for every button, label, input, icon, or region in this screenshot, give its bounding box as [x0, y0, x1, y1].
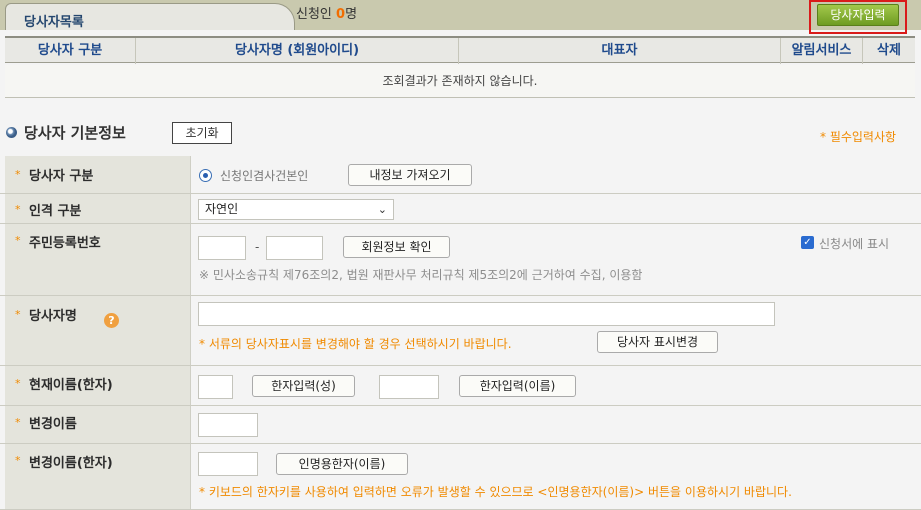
- tab-party-list-label: 당사자목록: [24, 15, 84, 30]
- resident-no-label: 주민등록번호: [29, 236, 101, 251]
- collection-notice: ※ 민사소송규칙 제76조의2, 법원 재판사무 처리규칙 제5조의2에 근거하…: [199, 268, 643, 282]
- label-cell: * 당사자 구분: [5, 156, 191, 193]
- changed-name-label: 변경이름: [29, 417, 77, 432]
- required-star: *: [15, 454, 21, 467]
- col-delete: 삭제: [877, 43, 901, 58]
- party-table-header: 당사자 구분 당사자명 (회원아이디) 대표자 알림서비스 삭제: [5, 36, 915, 64]
- changed-name-input[interactable]: [198, 413, 258, 437]
- help-icon[interactable]: ?: [104, 313, 119, 328]
- change-party-display-button[interactable]: 당사자 표시변경: [597, 331, 718, 353]
- person-type-label: 인격 구분: [29, 204, 82, 219]
- changed-name-hanja-label: 변경이름(한자): [29, 456, 113, 471]
- hanja-given-input[interactable]: [379, 375, 439, 399]
- bullet-icon: [6, 127, 17, 138]
- label-cell: * 당사자명: [5, 296, 191, 365]
- person-type-selected: 자연인: [205, 202, 239, 216]
- party-name-input[interactable]: [198, 302, 775, 326]
- empty-result-message: 조회결과가 존재하지 않습니다.: [5, 65, 915, 98]
- col-party-name: 당사자명 (회원아이디): [136, 38, 459, 64]
- label-cell: * 인격 구분: [5, 194, 191, 223]
- label-cell: * 주민등록번호: [5, 224, 191, 295]
- applicant-count-prefix: 신청인: [296, 7, 337, 22]
- required-star: *: [15, 308, 21, 321]
- resident-no-front-input[interactable]: [198, 236, 246, 260]
- show-in-application-checkbox[interactable]: ✓: [801, 236, 814, 249]
- hanja-surname-input[interactable]: [198, 375, 233, 399]
- party-name-change-hint: * 서류의 당사자표시를 변경해야 할 경우 선택하시기 바랍니다.: [199, 337, 512, 351]
- section-title: 당사자 기본정보: [24, 124, 126, 142]
- radio-applicant[interactable]: [199, 169, 212, 182]
- person-type-select[interactable]: 자연인 ⌄: [198, 199, 394, 220]
- row-party-name: * 당사자명 * 서류의 당사자표시를 변경해야 할 경우 선택하시기 바랍니다…: [0, 296, 921, 366]
- current-name-hanja-label: 현재이름(한자): [29, 378, 113, 393]
- col-notification: 알림서비스: [781, 38, 863, 64]
- highlight-box: [809, 0, 907, 34]
- required-star: *: [15, 203, 21, 216]
- resident-no-separator: -: [255, 240, 260, 254]
- reset-button[interactable]: 초기화: [172, 122, 232, 144]
- load-my-info-button[interactable]: 내정보 가져오기: [348, 164, 472, 186]
- applicant-count-suffix: 명: [345, 7, 358, 22]
- verify-member-button[interactable]: 회원정보 확인: [343, 236, 450, 258]
- resident-no-back-input[interactable]: [266, 236, 323, 260]
- required-star: *: [15, 234, 21, 247]
- changed-name-hanja-input[interactable]: [198, 452, 258, 476]
- applicant-count: 0: [336, 7, 346, 22]
- required-star: *: [15, 416, 21, 429]
- applicant-count-text: 신청인 0명: [296, 3, 357, 22]
- required-note: * 필수입력사항: [820, 130, 897, 144]
- hanja-surname-button[interactable]: 한자입력(성): [252, 375, 355, 397]
- label-cell: * 현재이름(한자): [5, 366, 191, 405]
- person-name-hanja-button[interactable]: 인명용한자(이름): [276, 453, 408, 475]
- col-party-type: 당사자 구분: [5, 38, 136, 64]
- party-type-label: 당사자 구분: [29, 169, 94, 184]
- show-in-application-label: 신청서에 표시: [819, 237, 890, 251]
- required-star: *: [15, 377, 21, 390]
- list-tab-bar: 당사자목록 신청인 0명 당사자입력: [0, 0, 921, 34]
- col-representative: 대표자: [459, 38, 781, 64]
- required-star: *: [15, 168, 21, 181]
- page: 당사자목록 신청인 0명 당사자입력 당사자 구분 당사자명 (회원아이디) 대…: [0, 0, 921, 510]
- radio-applicant-label: 신청인겸사건본인: [220, 169, 309, 183]
- row-person-type: * 인격 구분: [0, 194, 921, 224]
- row-changed-name: * 변경이름: [0, 406, 921, 444]
- row-resident-no: * 주민등록번호 - 회원정보 확인 ✓ 신청서에 표시 ※ 민사소송규칙 제7…: [0, 224, 921, 296]
- row-party-type: * 당사자 구분 신청인겸사건본인 내정보 가져오기: [0, 156, 921, 194]
- hanja-given-button[interactable]: 한자입력(이름): [459, 375, 576, 397]
- party-name-label: 당사자명: [29, 309, 77, 324]
- tab-party-list[interactable]: 당사자목록: [5, 3, 295, 30]
- chevron-down-icon: ⌄: [377, 203, 387, 216]
- label-cell: * 변경이름(한자): [5, 444, 191, 509]
- hanja-keyboard-hint: * 키보드의 한자키를 사용하여 입력하면 오류가 발생할 수 있으므로 <인명…: [199, 485, 792, 499]
- row-current-name-hanja: * 현재이름(한자) 한자입력(성) 한자입력(이름): [0, 366, 921, 406]
- label-cell: * 변경이름: [5, 406, 191, 443]
- row-changed-name-hanja: * 변경이름(한자) 인명용한자(이름) * 키보드의 한자키를 사용하여 입력…: [0, 444, 921, 510]
